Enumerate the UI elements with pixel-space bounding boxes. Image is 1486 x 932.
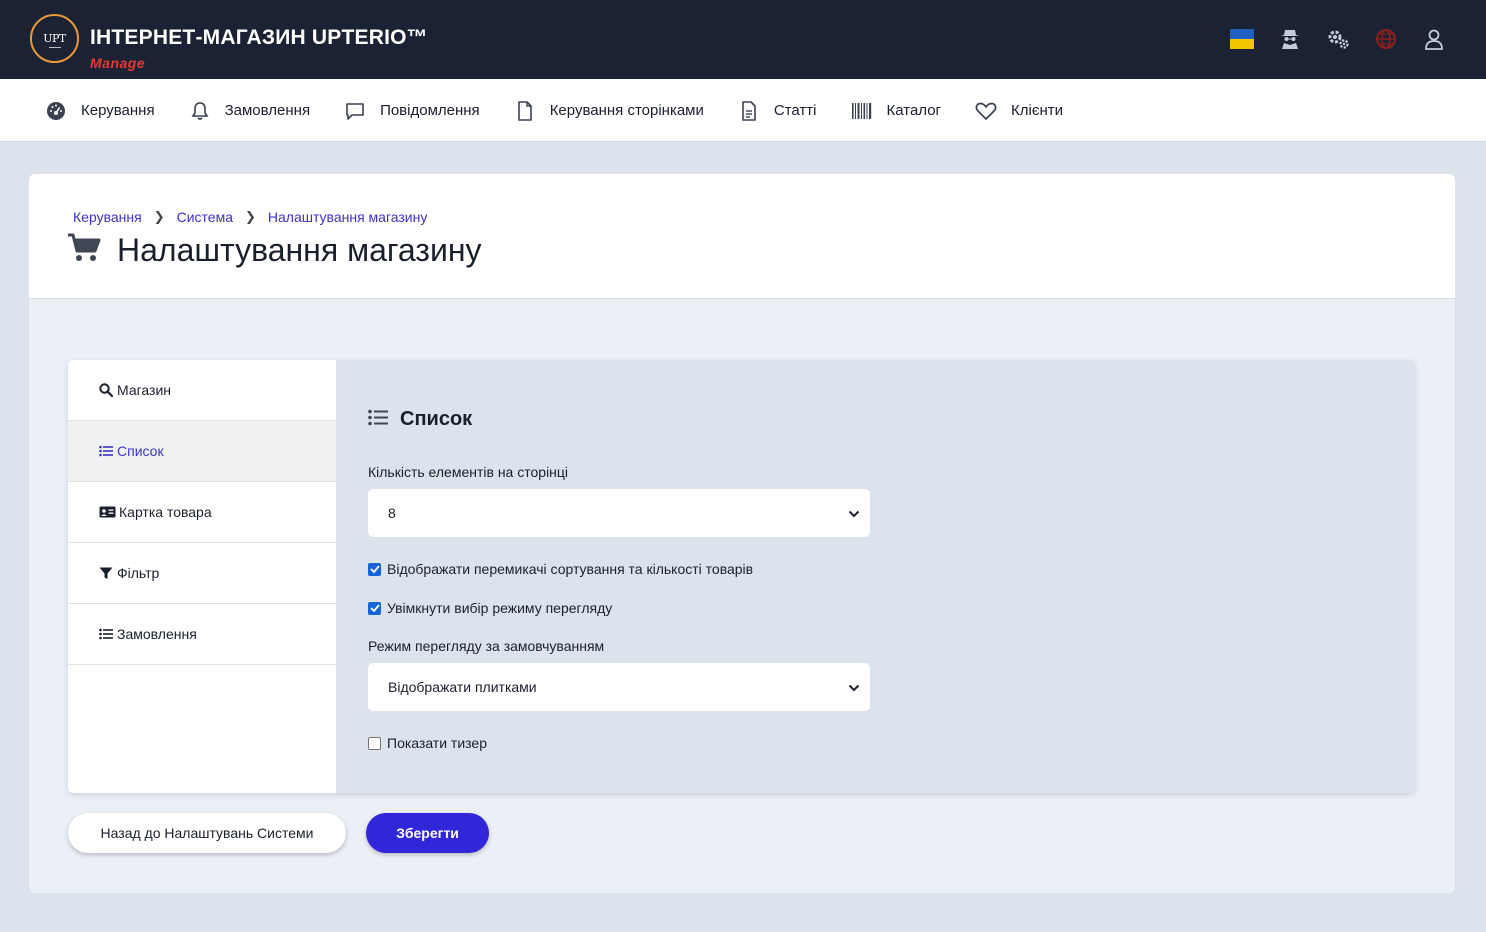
show-sort-switch-row: Відображати перемикачі сортування та кіл… (368, 561, 753, 577)
user-icon[interactable] (1422, 27, 1446, 51)
chevron-right-icon: ❯ (244, 209, 256, 224)
shopping-cart-icon (67, 233, 101, 268)
show-sort-switch-label[interactable]: Відображати перемикачі сортування та кіл… (387, 561, 753, 577)
dashboard-gauge-icon (45, 100, 67, 122)
select-value: 8 (388, 505, 396, 521)
show-teaser-checkbox[interactable] (368, 736, 381, 750)
enable-view-mode-label[interactable]: Увімкнути вибір режиму перегляду (387, 600, 612, 616)
enable-view-mode-checkbox[interactable] (368, 601, 381, 615)
side-item-product-card[interactable]: Картка товара (68, 482, 336, 543)
save-button[interactable]: Зберегти (366, 813, 489, 853)
side-item-orders[interactable]: Замовлення (68, 604, 336, 665)
side-item-shop[interactable]: Магазин (68, 360, 336, 421)
header-actions (1230, 27, 1446, 51)
ukraine-flag-icon[interactable] (1230, 27, 1254, 51)
breadcrumb-link-system[interactable]: Система (177, 209, 233, 225)
show-teaser-label[interactable]: Показати тизер (387, 735, 487, 751)
top-header: UPT ІНТЕРНЕТ-МАГАЗИН UPTERIO™ Manage (0, 0, 1486, 79)
nav-label: Статті (773, 102, 817, 119)
default-view-label: Режим перегляду за замовчуванням (368, 638, 605, 654)
show-teaser-row: Показати тизер (368, 735, 487, 751)
breadcrumb-link-shop-settings[interactable]: Налаштування магазину (268, 209, 427, 225)
enable-view-mode-row: Увімкнути вибір режиму перегляду (368, 600, 612, 616)
list-icon (98, 444, 114, 458)
side-item-filter[interactable]: Фільтр (68, 543, 336, 604)
id-card-icon (98, 505, 116, 519)
nav-item-catalog[interactable]: Каталог (851, 100, 942, 122)
items-per-page-select[interactable]: 8 (368, 489, 870, 537)
breadcrumb-link-dashboard[interactable]: Керування (73, 209, 142, 225)
nav-item-orders[interactable]: Замовлення (189, 100, 310, 122)
side-item-list[interactable]: Список (68, 421, 336, 482)
nav-label: Замовлення (224, 102, 311, 119)
page-title: Налаштування магазину (117, 232, 482, 268)
chevron-down-icon (848, 679, 860, 695)
items-per-page-label: Кількість елементів на сторінці (368, 464, 569, 480)
settings-side-menu: Магазин Список Картка товара Фільтр Замо… (68, 360, 336, 793)
section-heading: Список (368, 408, 668, 431)
bell-icon (189, 100, 211, 122)
back-to-system-settings-button[interactable]: Назад до Налаштувань Системи (68, 813, 346, 853)
search-icon (98, 383, 114, 397)
page-title-row: Налаштування магазину (67, 232, 481, 269)
page-header: Керування ❯ Система ❯ Налаштування магаз… (29, 174, 1455, 299)
spy-agent-icon[interactable] (1278, 27, 1302, 51)
nav-item-pages[interactable]: Керування сторінками (514, 100, 704, 122)
show-sort-switch-checkbox[interactable] (368, 562, 381, 576)
side-item-label: Картка товара (119, 504, 212, 520)
breadcrumb: Керування ❯ Система ❯ Налаштування магаз… (73, 209, 427, 225)
side-item-label: Список (117, 443, 164, 459)
globe-icon[interactable] (1374, 27, 1398, 51)
main-card: Керування ❯ Система ❯ Налаштування магаз… (29, 174, 1455, 893)
heart-icon (975, 100, 997, 122)
filter-icon (98, 566, 114, 580)
side-item-label: Магазин (117, 382, 172, 398)
nav-label: Керування (81, 102, 155, 119)
main-nav: Керування Замовлення Повідомлення Керува… (0, 79, 1486, 142)
chevron-right-icon: ❯ (153, 209, 165, 224)
document-icon (738, 100, 760, 122)
page-icon (514, 100, 536, 122)
nav-label: Повідомлення (380, 102, 480, 119)
side-item-label: Замовлення (117, 626, 197, 642)
list-icon (98, 627, 114, 641)
barcode-icon (851, 100, 873, 122)
nav-item-articles[interactable]: Статті (738, 100, 817, 122)
select-value: Відображати плитками (388, 679, 537, 695)
brand-subtitle: Manage (90, 55, 146, 71)
section-title: Список (400, 408, 473, 430)
nav-label: Клієнти (1011, 102, 1064, 119)
nav-item-clients[interactable]: Клієнти (975, 100, 1063, 122)
message-icon (344, 100, 366, 122)
nav-item-dashboard[interactable]: Керування (45, 100, 155, 122)
nav-label: Каталог (886, 102, 942, 119)
side-item-label: Фільтр (117, 565, 160, 581)
gears-icon[interactable] (1326, 27, 1350, 51)
settings-panel: Магазин Список Картка товара Фільтр Замо… (68, 360, 1415, 793)
brand-title: ІНТЕРНЕТ-МАГАЗИН UPTERIO™ (90, 26, 428, 49)
list-icon (368, 409, 388, 431)
nav-item-messages[interactable]: Повідомлення (344, 100, 480, 122)
chevron-down-icon (848, 505, 860, 521)
nav-label: Керування сторінками (549, 102, 704, 119)
default-view-select[interactable]: Відображати плитками (368, 663, 870, 711)
logo-text: UPT (43, 32, 66, 45)
logo[interactable]: UPT (30, 14, 79, 63)
